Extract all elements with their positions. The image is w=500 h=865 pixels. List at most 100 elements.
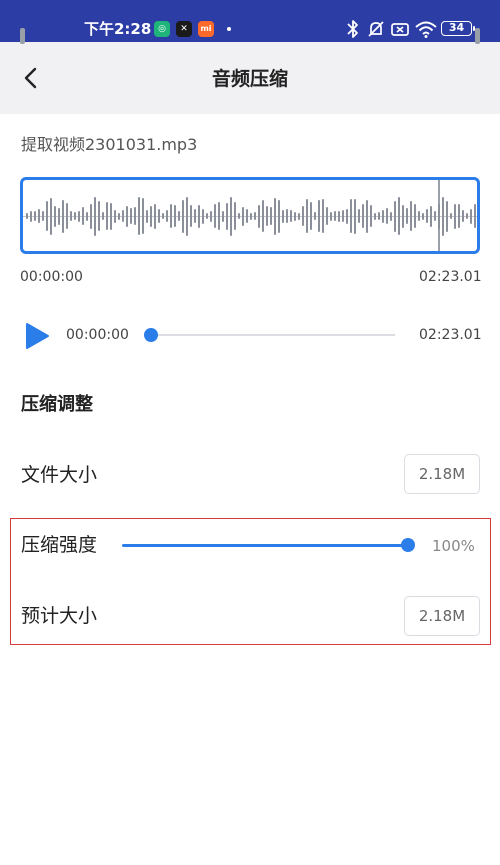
waveform-bar (242, 206, 244, 226)
current-time: 00:00:00 (66, 327, 129, 343)
waveform-bar (86, 211, 88, 221)
notification-dot-icon (227, 27, 231, 31)
capcut-app-icon: ✕ (176, 21, 192, 37)
waveform-bar (90, 203, 92, 229)
waveform-bar (258, 204, 260, 228)
waveform-bar (34, 211, 36, 221)
waveform-bar (206, 213, 208, 219)
audio-waveform-selector[interactable] (20, 177, 480, 254)
waveform-bar (290, 210, 292, 222)
waveform-bar (346, 208, 348, 224)
waveform-bar (170, 204, 172, 228)
waveform-bar (422, 212, 424, 220)
waveform-bar (362, 204, 364, 228)
status-time: 下午2:28 (84, 20, 152, 38)
battery-indicator: 34 (441, 21, 475, 36)
trim-end-handle[interactable] (475, 28, 480, 44)
estimated-size-label: 预计大小 (21, 605, 98, 627)
waveform-bar (222, 210, 224, 222)
waveform-bar (146, 209, 148, 223)
range-end-time: 02:23.01 (419, 269, 482, 285)
playback-progress-knob[interactable] (144, 328, 158, 342)
trim-start-handle[interactable] (20, 28, 25, 44)
waveform-bar (126, 205, 128, 227)
waveform-bar (282, 209, 284, 223)
waveform-bar (182, 199, 184, 233)
waveform-bar (210, 210, 212, 222)
waveform-bar (322, 199, 324, 233)
waveform-bar (406, 208, 408, 224)
waveform-bar (74, 212, 76, 220)
waveform-bar (386, 208, 388, 224)
waveform-bar (382, 209, 384, 223)
section-title: 压缩调整 (21, 394, 93, 415)
waveform-bar (154, 203, 156, 229)
wifi-icon (415, 21, 437, 38)
playback-progress-track[interactable] (150, 334, 395, 336)
waveform-bar (178, 211, 180, 221)
waveform-bar (254, 212, 256, 220)
waveform-bar (394, 200, 396, 232)
waveform-bar (202, 208, 204, 224)
waveform-bar (78, 210, 80, 222)
waveform-bar (470, 208, 472, 224)
waveform-bar (370, 205, 372, 227)
bluetooth-icon (347, 20, 358, 38)
waveform-bar (246, 209, 248, 223)
no-sim-icon (391, 23, 409, 36)
waveform-bar (250, 212, 252, 220)
waveform-bar (54, 205, 56, 227)
waveform-bar (262, 200, 264, 232)
waveform-bar (334, 211, 336, 221)
waveform-bar (58, 207, 60, 225)
waveform-bar (26, 213, 28, 219)
total-time: 02:23.01 (419, 327, 482, 343)
waveform-bar (130, 208, 132, 224)
waveform-bar (302, 206, 304, 226)
compression-strength-slider[interactable] (122, 544, 408, 547)
waveform-bar (378, 212, 380, 220)
waveform-bar (114, 209, 116, 223)
waveform-bar (166, 210, 168, 222)
waveform-bar (402, 204, 404, 228)
waveform-bar (158, 209, 160, 223)
waveform-bar (418, 211, 420, 221)
waveform-bar (358, 209, 360, 223)
play-icon[interactable] (23, 322, 51, 350)
waveform-bar (46, 201, 48, 231)
mi-app-icon: mi (198, 21, 214, 37)
shield-app-icon: ◎ (154, 21, 170, 37)
waveform-bar (450, 213, 452, 219)
waveform-bar (458, 204, 460, 228)
compression-strength-knob[interactable] (401, 538, 415, 552)
waveform-bar (350, 199, 352, 233)
waveform-bar (266, 206, 268, 226)
waveform-bar (98, 201, 100, 231)
waveform-bar (194, 209, 196, 223)
waveform-bar (354, 198, 356, 234)
waveform-bar (270, 207, 272, 225)
audio-file-name: 提取视频2301031.mp3 (21, 135, 198, 154)
estimated-size-value: 2.18M (404, 596, 480, 636)
status-bar: 下午2:28 ◎ ✕ mi 34 (0, 0, 500, 42)
compression-strength-label: 压缩强度 (21, 534, 98, 556)
waveform-bar (426, 209, 428, 223)
waveform-bar (70, 211, 72, 221)
waveform-bar (466, 213, 468, 219)
waveform-bar (442, 196, 444, 236)
waveform-bar (286, 209, 288, 223)
file-size-label: 文件大小 (21, 464, 98, 486)
waveform-bar (314, 212, 316, 220)
waveform-bar (186, 196, 188, 236)
waveform-bar (138, 197, 140, 235)
waveform-bar (462, 210, 464, 222)
waveform-bar (318, 200, 320, 232)
waveform-bar (294, 211, 296, 221)
waveform-bar (234, 202, 236, 230)
waveform-bar (150, 205, 152, 227)
waveform-bar (310, 202, 312, 230)
waveform-bar (446, 200, 448, 232)
waveform-bar (42, 211, 44, 221)
waveform-bar (230, 196, 232, 236)
waveform-bar (214, 204, 216, 228)
